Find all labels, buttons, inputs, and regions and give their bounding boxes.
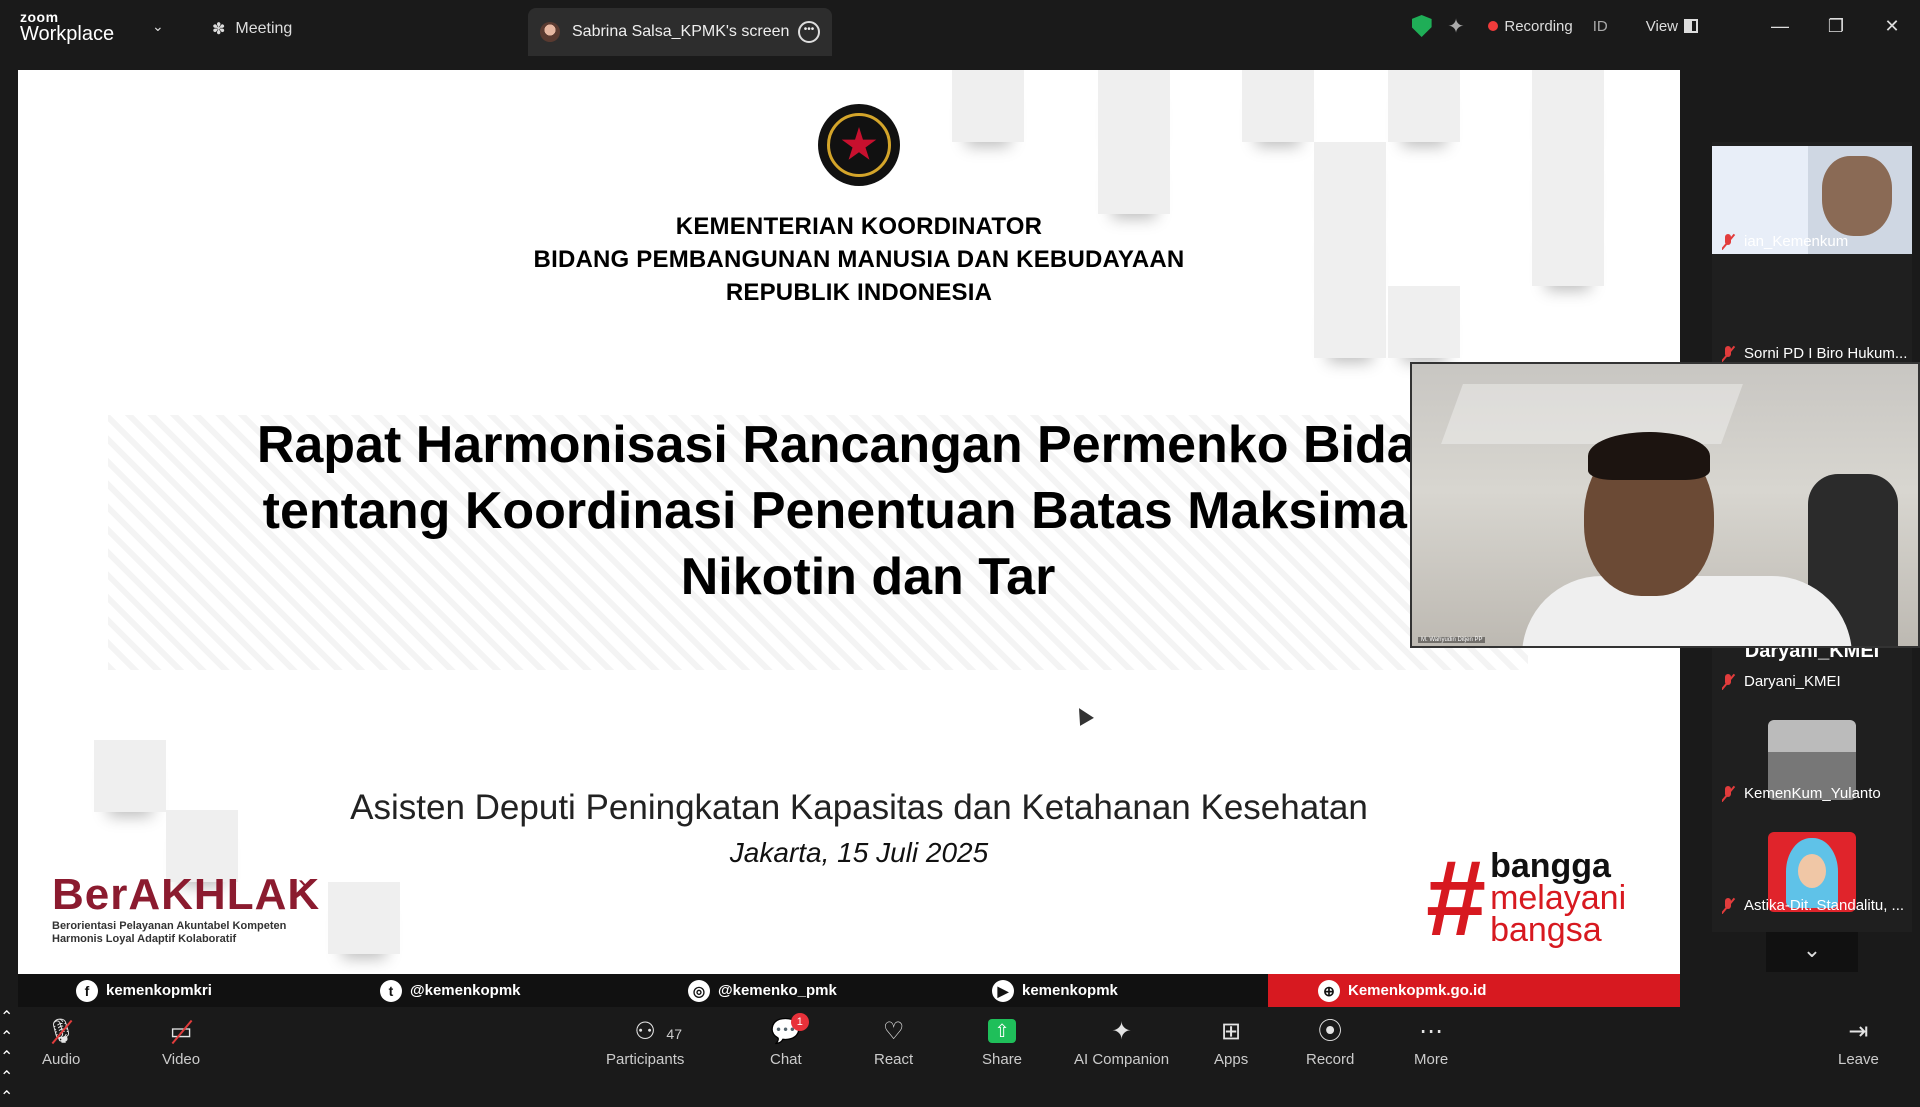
share-screen-icon: ⇧ — [988, 1019, 1017, 1043]
decor-square — [1532, 70, 1604, 142]
leave-button[interactable]: ⇥ Leave — [1838, 1018, 1879, 1069]
record-button[interactable]: ⦿ Record — [1306, 1018, 1354, 1069]
meeting-toolbar: 🎙 Audio ⌃ ▭ Video ⌃ ⚇ 47 Participants ⌃ 💬… — [0, 1007, 1920, 1106]
leave-icon: ⇥ — [1848, 1018, 1869, 1045]
view-layout-icon[interactable] — [1684, 19, 1698, 33]
apps-button[interactable]: ⊞ Apps — [1214, 1018, 1248, 1069]
title-bar: zoom Workplace ⌄ ✽ Meeting Sabrina Salsa… — [0, 0, 1920, 56]
social-instagram: ◎ @kemenko_pmk — [688, 974, 837, 1007]
more-button[interactable]: ⋯ More — [1414, 1018, 1448, 1069]
ministry-emblem — [818, 104, 900, 186]
decor-square — [952, 70, 1024, 142]
social-youtube: ▶ kemenkopmk — [992, 974, 1118, 1007]
social-website: ⊕ Kemenkopmk.go.id — [1268, 974, 1680, 1007]
participant-tile[interactable]: ian_Kemenkum — [1712, 142, 1912, 254]
mic-muted-icon — [1722, 233, 1734, 250]
mic-muted-icon — [1722, 897, 1734, 914]
mic-muted-icon — [1722, 345, 1734, 362]
apps-icon: ⊞ — [1221, 1018, 1242, 1045]
decor-square — [328, 882, 400, 954]
decor-square — [1532, 142, 1604, 214]
share-button[interactable]: ⇧ Share — [982, 1019, 1022, 1068]
mic-muted-icon — [1722, 785, 1734, 802]
heart-icon: ♡ — [882, 1018, 905, 1045]
avatar — [540, 22, 560, 42]
social-twitter: t @kemenkopmk — [380, 974, 521, 1007]
participants-count: 47 — [666, 1026, 682, 1042]
mouse-cursor-icon — [1072, 704, 1094, 726]
participants-button[interactable]: ⚇ 47 Participants — [606, 1018, 684, 1069]
chevron-right-icon: › — [298, 868, 308, 901]
tab-shared-screen[interactable]: Sabrina Salsa_KPMK's screen ••• — [528, 8, 832, 56]
globe-icon: ⊕ — [1318, 979, 1340, 1002]
audio-button[interactable]: 🎙 Audio — [42, 1018, 80, 1069]
twitter-icon: t — [380, 979, 402, 1002]
tab-meeting[interactable]: ✽ Meeting — [212, 16, 292, 42]
video-options-caret[interactable]: ⌃ — [0, 1027, 1920, 1047]
people-icon: ✽ — [212, 21, 226, 38]
chat-unread-badge: 1 — [790, 1013, 809, 1031]
react-options-caret[interactable]: ⌃ — [0, 1087, 1920, 1107]
berakhlak-logo: BerAKHLAK › Berorientasi Pelayanan Akunt… — [52, 868, 321, 945]
ai-sparkle-icon: ✦ — [1111, 1018, 1132, 1045]
view-button[interactable]: View — [1646, 18, 1678, 35]
participant-tile[interactable]: Sorni PD I Biro Hukum... — [1712, 254, 1912, 474]
social-facebook: f kemenkopmkri — [76, 974, 212, 1007]
minimize-button[interactable]: — — [1752, 16, 1808, 37]
youtube-icon: ▶ — [992, 979, 1014, 1002]
social-media-bar: f kemenkopmkri t @kemenkopmk ◎ @kemenko_… — [18, 974, 1680, 1007]
recording-status[interactable]: Recording — [1504, 18, 1572, 35]
chevron-down-icon[interactable]: ⌄ — [152, 18, 164, 35]
participants-options-caret[interactable]: ⌃ — [0, 1047, 1920, 1067]
mic-muted-icon — [1722, 673, 1734, 690]
more-icon: ⋯ — [1419, 1018, 1444, 1045]
facebook-icon: f — [76, 979, 98, 1002]
zoom-workplace-logo[interactable]: zoom Workplace — [20, 10, 114, 44]
participant-tile[interactable]: KemenKum_Yulanto — [1712, 694, 1912, 806]
instagram-icon: ◎ — [688, 979, 710, 1002]
slide-subtitle: Asisten Deputi Peningkatan Kapasitas dan… — [350, 788, 1368, 827]
more-options-icon[interactable]: ••• — [798, 21, 820, 43]
bangga-melayani-bangsa-logo: # bangga melayani bangsa — [1426, 837, 1627, 958]
gallery-scroll-down-button[interactable]: ⌄ — [1766, 932, 1858, 972]
decor-square — [1098, 142, 1170, 214]
chat-options-caret[interactable]: ⌃ — [0, 1067, 1920, 1087]
decor-square — [1388, 70, 1460, 142]
record-icon: ⦿ — [1318, 1018, 1343, 1045]
react-button[interactable]: ♡ React — [874, 1018, 913, 1069]
mic-muted-icon: 🎙 — [45, 1018, 77, 1045]
active-speaker-video[interactable]: M. Wahyudin Ditjen PP — [1410, 362, 1920, 648]
decor-square — [1098, 70, 1170, 142]
ai-sparkle-icon[interactable]: ✦ — [1448, 14, 1465, 39]
video-off-icon: ▭ — [169, 1018, 193, 1045]
close-button[interactable]: ✕ — [1864, 16, 1920, 37]
speaker-name-label: M. Wahyudin Ditjen PP — [1418, 637, 1486, 643]
restore-button[interactable]: ❐ — [1808, 16, 1864, 37]
audio-options-caret[interactable]: ⌃ — [0, 1007, 1920, 1027]
meeting-id-button[interactable]: ID — [1593, 18, 1608, 35]
ai-companion-button[interactable]: ✦ AI Companion — [1074, 1018, 1169, 1069]
shield-icon[interactable] — [1411, 15, 1432, 37]
chat-icon: 💬 1 — [771, 1013, 809, 1045]
chat-button[interactable]: 💬 1 Chat — [770, 1013, 809, 1068]
decor-square — [1314, 142, 1386, 214]
participants-icon: ⚇ 47 — [634, 1018, 682, 1045]
recording-dot-icon — [1488, 21, 1499, 31]
video-button[interactable]: ▭ Video — [162, 1018, 200, 1069]
decor-square — [1242, 70, 1314, 142]
participant-tile[interactable]: Astika-Dit. Standalitu, ... — [1712, 806, 1912, 918]
ministry-heading: KEMENTERIAN KOORDINATOR BIDANG PEMBANGUN… — [533, 213, 1185, 306]
